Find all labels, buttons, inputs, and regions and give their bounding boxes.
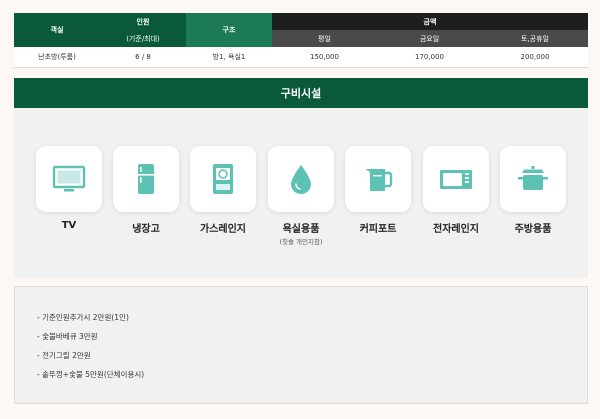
header-structure: 구조: [186, 13, 272, 47]
facility-label: 냉장고: [132, 224, 160, 235]
facility-card: [345, 146, 411, 212]
cell-weekend-price: 200,000: [482, 47, 588, 68]
tv-icon: [52, 165, 86, 192]
facilities-panel: TV 냉장고 가스레인지 욕실용품 (칫솔 개인지참) 커피포트 전자레인지 주…: [14, 108, 588, 278]
kettle-icon: [365, 169, 393, 191]
facility-label: 주방용품: [514, 224, 552, 235]
note-item: - 기준인원추가시 2만원(1인): [37, 313, 129, 322]
cell-weekday-price: 150,000: [272, 47, 377, 68]
facility-microwave: 전자레인지: [423, 146, 489, 235]
gas-range-icon: [213, 164, 233, 194]
fridge-icon: [138, 164, 154, 194]
microwave-icon: [440, 170, 472, 189]
facility-card: [423, 146, 489, 212]
header-price: 금액: [272, 13, 588, 30]
note-item: - 숯불바베큐 3만원: [37, 332, 98, 341]
facility-fridge: 냉장고: [113, 146, 179, 235]
facility-label: 커피포트: [359, 224, 397, 235]
facility-label: TV: [61, 220, 77, 231]
header-room: 객실: [14, 13, 100, 47]
cell-room: 난초방(투룸): [14, 47, 100, 68]
facility-card: [500, 146, 566, 212]
price-table: 객실 인원 구조 금액 (기준/최대) 평일 금요일 토,공휴일 난초방(투룸)…: [14, 13, 588, 68]
facility-card: [190, 146, 256, 212]
facility-gas-range: 가스레인지: [190, 146, 256, 235]
facility-sub-label: (칫솔 개인지참): [279, 238, 323, 246]
facility-label: 가스레인지: [200, 224, 246, 235]
facility-card: [36, 146, 102, 212]
facility-tv: TV: [36, 146, 102, 231]
facility-card: [268, 146, 334, 212]
note-item: - 솥뚜껑+숯불 5만원(단체이용시): [37, 370, 145, 379]
pot-icon: [518, 166, 548, 190]
cell-friday-price: 170,000: [377, 47, 482, 68]
water-drop-icon: [291, 165, 311, 194]
cell-structure: 방1, 욕실1: [186, 47, 272, 68]
cell-capacity: 6 / 8: [100, 47, 186, 68]
facility-kitchenware: 주방용품: [500, 146, 566, 235]
facility-kettle: 커피포트: [345, 146, 411, 235]
facility-label: 전자레인지: [433, 224, 479, 235]
header-weekday: 평일: [272, 30, 377, 47]
facility-card: [113, 146, 179, 212]
header-friday: 금요일: [377, 30, 482, 47]
header-capacity-sub: (기준/최대): [100, 30, 186, 47]
header-weekend: 토,공휴일: [482, 30, 588, 47]
facility-bath-supplies: 욕실용품 (칫솔 개인지참): [268, 146, 334, 246]
note-item: - 전기그릴 2만원: [37, 351, 91, 360]
header-capacity: 인원: [100, 13, 186, 30]
table-row: 난초방(투룸) 6 / 8 방1, 욕실1 150,000 170,000 20…: [14, 47, 588, 68]
facility-label: 욕실용품: [282, 224, 320, 235]
extra-charges-notes: - 기준인원추가시 2만원(1인) - 숯불바베큐 3만원 - 전기그릴 2만원…: [14, 286, 588, 404]
facilities-title: 구비시설: [14, 78, 588, 108]
